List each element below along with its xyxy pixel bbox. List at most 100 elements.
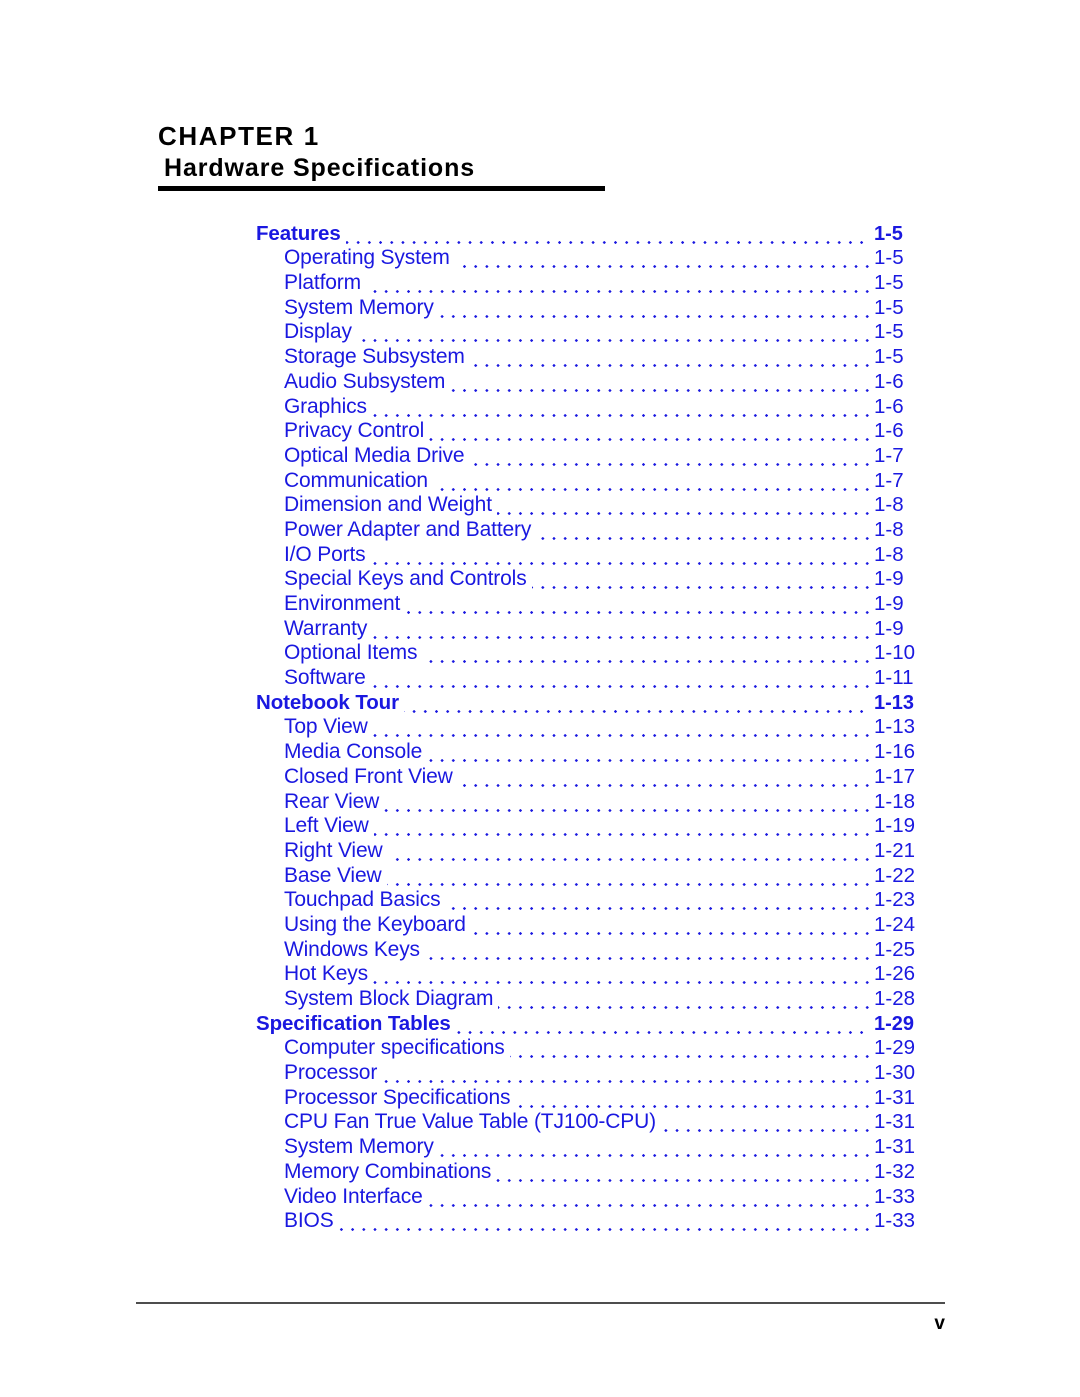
toc-entry-page-number[interactable]: 1-7 [871, 468, 904, 493]
toc-entry-label[interactable]: Processor [284, 1061, 383, 1086]
toc-entry-page-number[interactable]: 1-6 [871, 419, 904, 444]
toc-entry-row[interactable]: Communication 1-7 [0, 468, 1080, 494]
toc-entry-label[interactable]: Display [284, 320, 357, 345]
toc-entry-label[interactable]: Processor Specifications [284, 1085, 516, 1110]
toc-entry-label[interactable]: Right View [284, 838, 388, 863]
toc-entry-label[interactable]: I/O Ports [284, 542, 371, 567]
toc-entry-page-number[interactable]: 1-5 [871, 246, 904, 271]
toc-entry-page-number[interactable]: 1-33 [871, 1209, 916, 1234]
toc-entry-row[interactable]: Display 1-5 [0, 320, 1080, 346]
toc-entry-label[interactable]: Base View [284, 863, 387, 888]
toc-entry-row[interactable]: Memory Combinations 1-32 [0, 1159, 1080, 1185]
toc-entry-row[interactable]: Software 1-11 [0, 666, 1080, 691]
toc-entry-row[interactable]: Touchpad Basics 1-23 [0, 888, 1080, 914]
toc-entry-row[interactable]: Rear View 1-18 [0, 789, 1080, 815]
toc-entry-row[interactable]: System Block Diagram 1-28 [0, 987, 1080, 1012]
toc-entry-label[interactable]: Memory Combinations [284, 1159, 497, 1184]
toc-entry-label[interactable]: Operating System [284, 246, 455, 271]
toc-entry-label[interactable]: Power Adapter and Battery [284, 517, 537, 542]
toc-entry-row[interactable]: Media Console 1-16 [0, 740, 1080, 765]
toc-entry-label[interactable]: Features [256, 221, 346, 246]
toc-entry-page-number[interactable]: 1-26 [871, 962, 916, 987]
toc-section-row[interactable]: Specification Tables 1-29 [0, 1011, 1080, 1037]
toc-entry-page-number[interactable]: 1-29 [871, 1012, 915, 1036]
toc-entry-row[interactable]: Graphics 1-6 [0, 394, 1080, 420]
toc-entry-page-number[interactable]: 1-7 [871, 443, 904, 468]
toc-entry-row[interactable]: Computer specifications 1-29 [0, 1036, 1080, 1062]
toc-entry-row[interactable]: Processor Specifications 1-31 [0, 1085, 1080, 1111]
toc-entry-page-number[interactable]: 1-9 [871, 567, 904, 592]
toc-entry-label[interactable]: Storage Subsystem [284, 345, 470, 370]
toc-entry-row[interactable]: Warranty 1-9 [0, 616, 1080, 642]
toc-entry-label[interactable]: Top View [284, 715, 373, 740]
toc-entry-label[interactable]: System Block Diagram [284, 987, 499, 1011]
toc-entry-row[interactable]: Closed Front View 1-17 [0, 764, 1080, 790]
toc-entry-row[interactable]: Operating System 1-5 [0, 246, 1080, 272]
toc-entry-row[interactable]: Hot Keys 1-26 [0, 962, 1080, 988]
toc-entry-row[interactable]: Processor 1-30 [0, 1061, 1080, 1086]
toc-entry-row[interactable]: Top View 1-13 [0, 715, 1080, 741]
toc-section-row[interactable]: Features 1-5 [0, 221, 1080, 247]
toc-entry-page-number[interactable]: 1-18 [871, 789, 916, 814]
toc-entry-label[interactable]: Rear View [284, 789, 385, 814]
toc-entry-label[interactable]: Software [284, 666, 371, 691]
toc-entry-page-number[interactable]: 1-17 [871, 764, 916, 789]
toc-entry-page-number[interactable]: 1-21 [871, 838, 916, 863]
toc-entry-page-number[interactable]: 1-13 [871, 691, 915, 715]
toc-entry-label[interactable]: Using the Keyboard [284, 912, 471, 937]
toc-entry-page-number[interactable]: 1-30 [871, 1061, 916, 1086]
toc-entry-label[interactable]: System Memory [284, 1135, 439, 1160]
toc-entry-label[interactable]: Optical Media Drive [284, 443, 470, 468]
toc-entry-label[interactable]: Hot Keys [284, 962, 373, 987]
toc-entry-page-number[interactable]: 1-32 [871, 1159, 916, 1184]
toc-entry-page-number[interactable]: 1-31 [871, 1135, 916, 1160]
toc-entry-row[interactable]: Dimension and Weight 1-8 [0, 493, 1080, 519]
toc-entry-row[interactable]: Audio Subsystem 1-6 [0, 369, 1080, 395]
toc-entry-label[interactable]: Video Interface [284, 1184, 428, 1209]
toc-entry-row[interactable]: BIOS 1-33 [0, 1209, 1080, 1235]
toc-entry-label[interactable]: Optional Items [284, 641, 423, 666]
toc-entry-label[interactable]: Privacy Control [284, 419, 430, 444]
toc-entry-page-number[interactable]: 1-29 [871, 1036, 916, 1061]
toc-entry-page-number[interactable]: 1-8 [871, 517, 904, 542]
toc-entry-label[interactable]: Platform [284, 271, 366, 296]
toc-entry-page-number[interactable]: 1-8 [871, 542, 904, 567]
toc-section-row[interactable]: Notebook Tour 1-13 [0, 690, 1080, 716]
toc-entry-page-number[interactable]: 1-19 [871, 814, 916, 839]
toc-entry-label[interactable]: Environment [284, 592, 406, 616]
toc-entry-page-number[interactable]: 1-5 [871, 271, 904, 296]
toc-entry-label[interactable]: Touchpad Basics [284, 888, 446, 913]
toc-entry-label[interactable]: BIOS [284, 1209, 339, 1234]
toc-entry-page-number[interactable]: 1-31 [871, 1085, 916, 1110]
toc-entry-row[interactable]: Special Keys and Controls 1-9 [0, 567, 1080, 593]
toc-entry-page-number[interactable]: 1-23 [871, 888, 916, 913]
toc-entry-page-number[interactable]: 1-25 [871, 937, 916, 962]
toc-entry-row[interactable]: Video Interface 1-33 [0, 1184, 1080, 1210]
toc-entry-row[interactable]: Right View 1-21 [0, 838, 1080, 864]
toc-entry-row[interactable]: System Memory 1-31 [0, 1135, 1080, 1160]
toc-entry-row[interactable]: Environment 1-9 [0, 592, 1080, 617]
toc-entry-page-number[interactable]: 1-9 [871, 616, 904, 641]
toc-entry-page-number[interactable]: 1-24 [871, 912, 916, 937]
toc-entry-label[interactable]: Windows Keys [284, 937, 425, 962]
toc-entry-label[interactable]: Warranty [284, 616, 373, 641]
toc-entry-row[interactable]: Windows Keys 1-25 [0, 937, 1080, 963]
toc-entry-page-number[interactable]: 1-16 [871, 740, 916, 765]
toc-entry-page-number[interactable]: 1-10 [871, 641, 916, 666]
toc-entry-row[interactable]: Power Adapter and Battery 1-8 [0, 517, 1080, 543]
toc-entry-label[interactable]: Graphics [284, 394, 372, 419]
toc-entry-page-number[interactable]: 1-5 [871, 295, 904, 320]
toc-entry-row[interactable]: Using the Keyboard 1-24 [0, 912, 1080, 938]
toc-entry-label[interactable]: System Memory [284, 295, 439, 320]
toc-entry-row[interactable]: Privacy Control 1-6 [0, 419, 1080, 445]
toc-entry-page-number[interactable]: 1-13 [871, 715, 916, 740]
toc-entry-row[interactable]: Platform 1-5 [0, 271, 1080, 296]
toc-entry-page-number[interactable]: 1-6 [871, 394, 904, 419]
toc-entry-row[interactable]: Left View 1-19 [0, 814, 1080, 840]
toc-entry-row[interactable]: System Memory 1-5 [0, 295, 1080, 321]
toc-entry-label[interactable]: Special Keys and Controls [284, 567, 532, 592]
toc-entry-page-number[interactable]: 1-31 [871, 1110, 916, 1135]
toc-entry-label[interactable]: Communication [284, 468, 433, 493]
toc-entry-page-number[interactable]: 1-33 [871, 1184, 916, 1209]
toc-entry-row[interactable]: Base View 1-22 [0, 863, 1080, 889]
